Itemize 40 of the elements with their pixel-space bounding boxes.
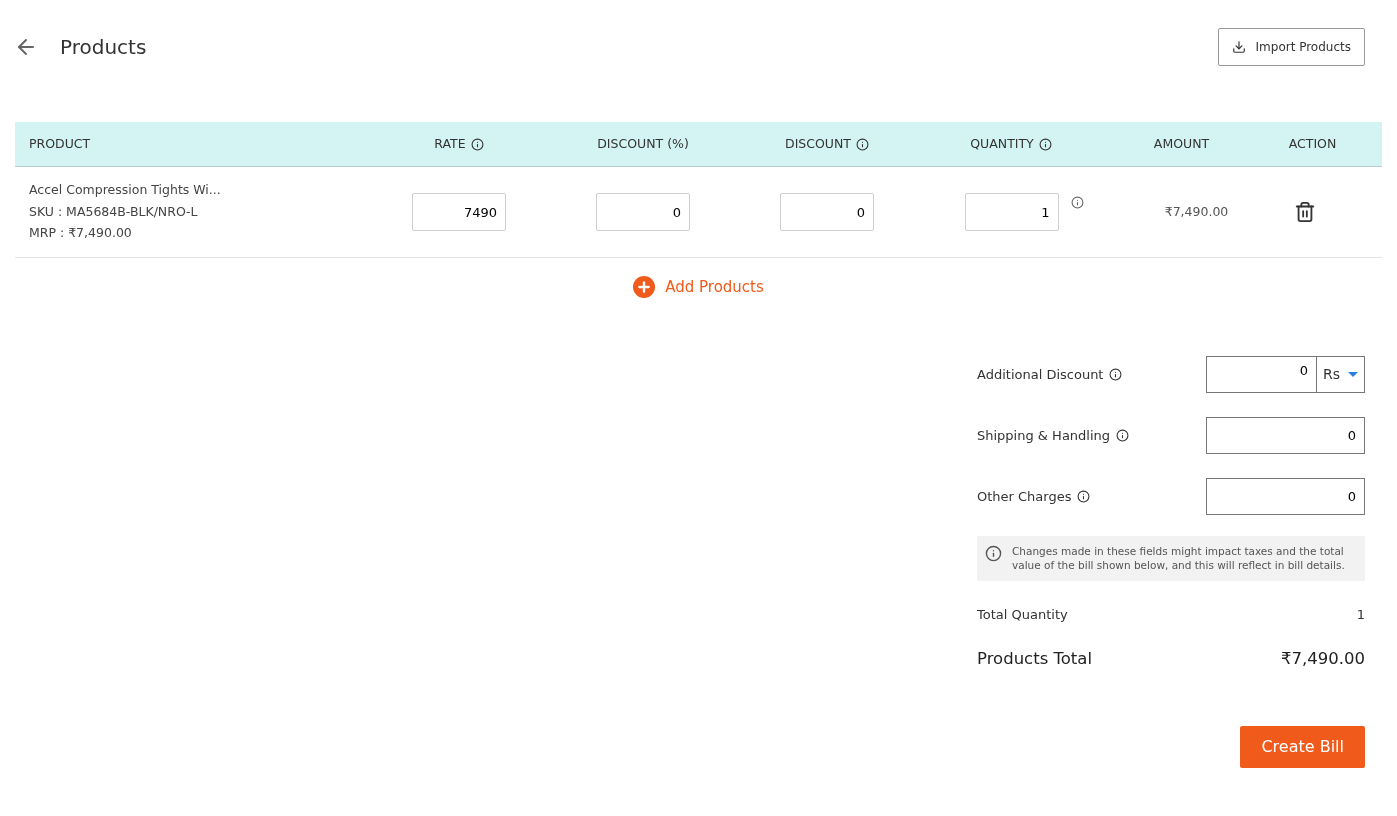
- column-heading: DISCOUNT: [785, 134, 851, 153]
- column-heading: RATE: [434, 134, 466, 153]
- info-icon: [1070, 196, 1084, 209]
- products-total-value: ₹7,490.00: [1281, 647, 1365, 670]
- number-field[interactable]: 0: [1206, 356, 1317, 393]
- caret-icon: [1348, 372, 1358, 377]
- column-heading: AMOUNT: [1153, 134, 1210, 153]
- total-quantity-value: 1: [1356, 606, 1365, 624]
- column-heading: ACTION: [1288, 134, 1337, 153]
- page-title: Products: [60, 34, 147, 61]
- unit-dropdown[interactable]: Rs: [1316, 356, 1365, 393]
- products-total-label: Products Total: [977, 647, 1093, 670]
- column-heading: PRODUCT: [29, 134, 91, 153]
- info-icon: [855, 137, 869, 151]
- info-icon: [470, 137, 484, 151]
- charge-label: Shipping & Handling: [977, 426, 1111, 445]
- number-field[interactable]: 0: [1206, 417, 1365, 454]
- info-icon: [985, 545, 1002, 562]
- info-icon: [1038, 137, 1052, 151]
- import-products-button[interactable]: Import Products: [1217, 28, 1365, 66]
- charge-label: Other Charges: [977, 487, 1072, 506]
- product-name: Accel Compression Tights Wi...: [29, 180, 222, 199]
- delete-button[interactable]: [1293, 201, 1316, 223]
- product-mrp: MRP : ₹7,490.00: [29, 224, 133, 243]
- number-field[interactable]: 0: [1206, 478, 1365, 515]
- info-icon: [1077, 490, 1091, 503]
- total-quantity-label: Total Quantity: [977, 606, 1068, 624]
- column-heading: QUANTITY: [970, 134, 1034, 153]
- product-sku: SKU : MA5684B-BLK/NRO-L: [29, 202, 199, 221]
- notice-text: Changes made in these fields might impact taxes and the total value of the bill shown below, and this will reflect in bill details.: [1012, 545, 1346, 572]
- info-icon: [1116, 429, 1130, 442]
- number-field[interactable]: 0: [780, 193, 874, 231]
- column-heading: DISCOUNT (%): [597, 134, 689, 153]
- number-field[interactable]: 7490: [412, 193, 506, 231]
- number-field[interactable]: 0: [596, 193, 690, 231]
- amount: ₹7,490.00: [1164, 202, 1229, 221]
- number-field[interactable]: 1: [964, 193, 1059, 231]
- charge-label: Additional Discount: [977, 365, 1104, 384]
- info-icon: [1109, 368, 1123, 381]
- download-icon: [1231, 40, 1246, 54]
